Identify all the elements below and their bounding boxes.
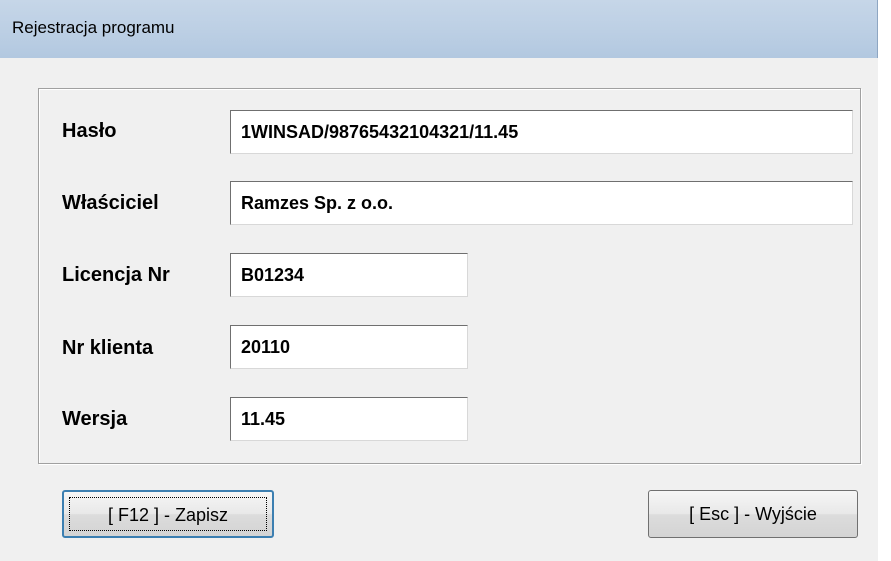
client-number-input[interactable] — [230, 325, 468, 369]
version-label: Wersja — [62, 408, 128, 430]
owner-label: Właściciel — [62, 192, 159, 214]
owner-input[interactable] — [230, 181, 853, 225]
client-number-label: Nr klienta — [62, 337, 154, 359]
title-bar[interactable]: Rejestracja programu — [0, 0, 878, 58]
window-title: Rejestracja programu — [12, 18, 175, 37]
password-input[interactable] — [230, 110, 853, 154]
exit-button[interactable]: [ Esc ] - Wyjście — [648, 490, 858, 538]
save-button[interactable]: [ F12 ] - Zapisz — [62, 490, 274, 538]
registration-dialog: Rejestracja programu Hasło Właściciel Li… — [0, 0, 891, 561]
exit-button-label: [ Esc ] - Wyjście — [689, 504, 817, 524]
license-number-label: Licencja Nr — [62, 264, 170, 286]
save-button-label: [ F12 ] - Zapisz — [107, 505, 229, 525]
version-input[interactable] — [230, 397, 468, 441]
password-label: Hasło — [62, 120, 117, 142]
license-number-input[interactable] — [230, 253, 468, 297]
window-frame-right — [878, 0, 891, 561]
